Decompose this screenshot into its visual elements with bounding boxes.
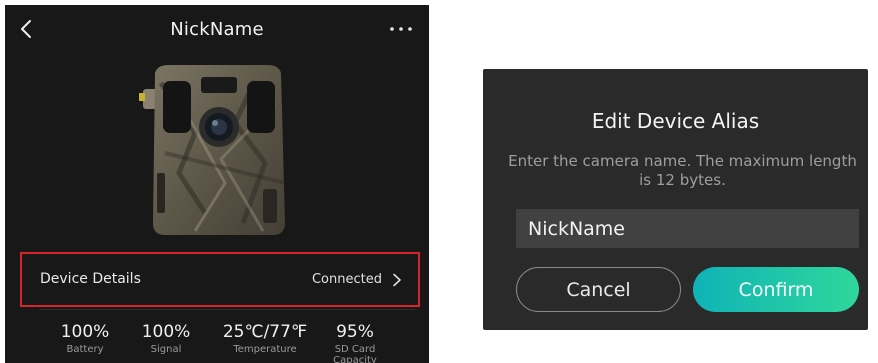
- trail-camera-image: [139, 65, 286, 235]
- temperature-value: 25℃/77℉: [222, 322, 308, 342]
- dialog-description: Enter the camera name. The maximum lengt…: [508, 152, 857, 189]
- stat-signal: 100% Signal: [121, 322, 211, 355]
- stat-temperature: 25℃/77℉ Temperature: [207, 322, 323, 355]
- chevron-right-icon: [393, 273, 401, 287]
- dialog-title: Edit Device Alias: [591, 109, 760, 133]
- divider: [39, 309, 415, 310]
- sd-card-value: 95%: [336, 322, 374, 342]
- device-screen: NickName Device Details Connected 100% B…: [5, 5, 429, 363]
- stat-sd-card: 95% SD Card Capacity: [325, 322, 385, 363]
- edit-alias-dialog: Edit Device Alias Enter the camera name.…: [483, 69, 868, 330]
- connection-status: Connected: [311, 272, 382, 287]
- sd-card-label: SD Card Capacity: [333, 344, 377, 363]
- cancel-button[interactable]: Cancel: [516, 267, 681, 312]
- more-horizontal-icon[interactable]: [387, 21, 415, 37]
- battery-value: 100%: [60, 322, 110, 342]
- page-title: NickName: [170, 19, 264, 40]
- stat-battery: 100% Battery: [40, 322, 130, 355]
- confirm-button[interactable]: Confirm: [693, 267, 859, 312]
- device-details-row[interactable]: Device Details Connected: [20, 252, 420, 307]
- signal-label: Signal: [150, 344, 182, 355]
- alias-input[interactable]: [516, 209, 859, 248]
- temperature-label: Temperature: [233, 344, 297, 355]
- battery-label: Battery: [66, 344, 104, 355]
- signal-value: 100%: [141, 322, 191, 342]
- device-details-label: Device Details: [40, 271, 141, 287]
- top-bar: NickName: [5, 5, 429, 57]
